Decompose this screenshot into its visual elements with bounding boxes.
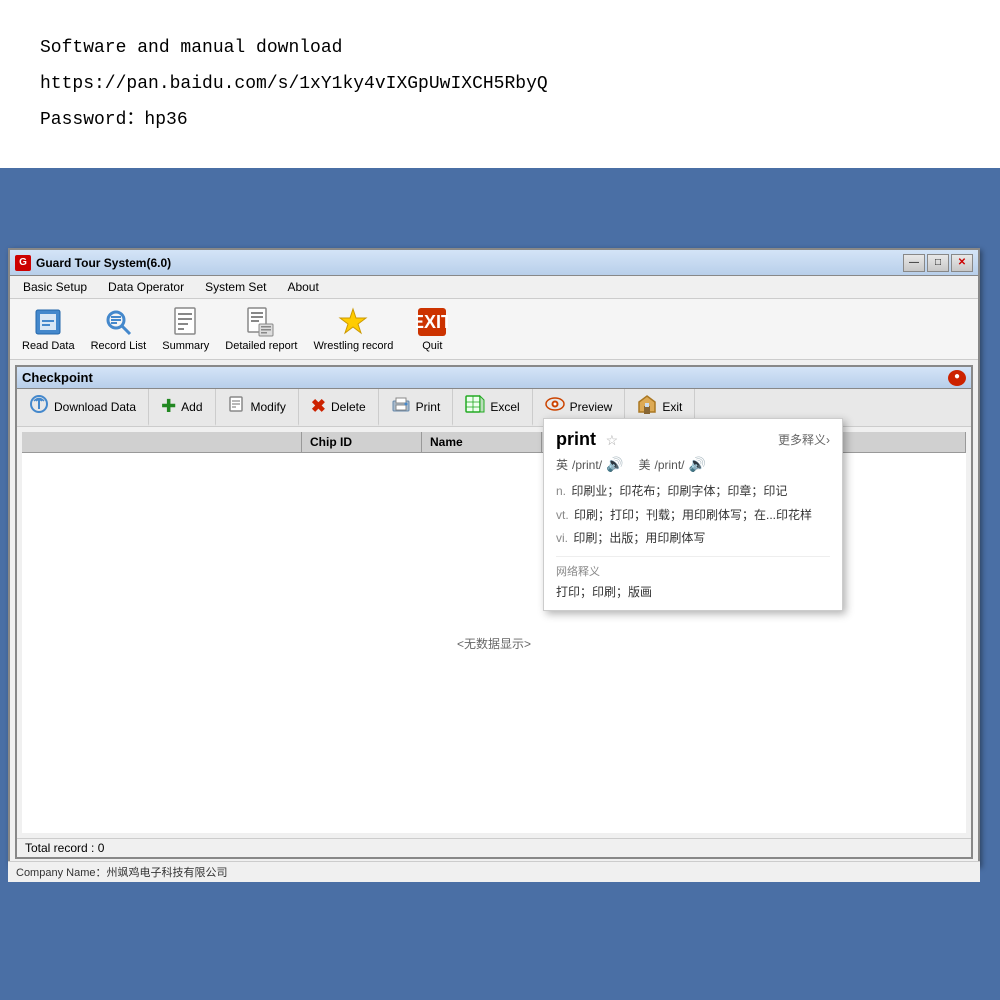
detailed-report-button[interactable]: Detailed report bbox=[218, 302, 304, 356]
checkpoint-close-button[interactable]: ● bbox=[948, 370, 966, 386]
def-vi: vi. 印刷；出版；用印刷体写 bbox=[556, 528, 830, 550]
speaker-us-icon[interactable]: 🔊 bbox=[689, 456, 706, 473]
add-icon: ✚ bbox=[161, 396, 176, 417]
footer-bar: Company Name：州飒鸡电子科技有限公司 bbox=[8, 861, 980, 882]
def-vt: vt. 印刷；打印；刊载；用印刷体写；在...印花样 bbox=[556, 505, 830, 527]
menu-system-set[interactable]: System Set bbox=[197, 278, 274, 296]
tooltip-network-label: 网络释义 bbox=[556, 563, 830, 579]
summary-label: Summary bbox=[162, 340, 209, 352]
pos-noun: n. bbox=[556, 484, 566, 498]
total-record-text: Total record : 0 bbox=[25, 841, 104, 855]
modify-icon bbox=[228, 395, 246, 418]
read-data-icon bbox=[32, 306, 64, 338]
tooltip-divider bbox=[556, 556, 830, 557]
detailed-report-icon bbox=[245, 306, 277, 338]
def-noun-text: 印刷业；印花布；印刷字体；印章；印记 bbox=[571, 484, 787, 498]
delete-label: Delete bbox=[331, 400, 366, 414]
read-data-button[interactable]: Read Data bbox=[15, 302, 82, 356]
delete-icon: ✖ bbox=[311, 396, 326, 417]
def-vt-text: 印刷；打印；刊载；用印刷体写；在...印花样 bbox=[574, 508, 812, 522]
toolbar: Read Data Record List bbox=[10, 299, 978, 360]
title-controls: — □ ✕ bbox=[903, 254, 973, 272]
pos-vi: vi. bbox=[556, 531, 568, 545]
menu-data-operator[interactable]: Data Operator bbox=[100, 278, 192, 296]
preview-label: Preview bbox=[570, 400, 613, 414]
tooltip-word-area: print ☆ bbox=[556, 429, 618, 450]
tooltip-network-def: 打印；印刷；版画 bbox=[556, 583, 830, 600]
tooltip-definitions: n. 印刷业；印花布；印刷字体；印章；印记 vt. 印刷；打印；刊载；用印刷体写… bbox=[556, 481, 830, 550]
tooltip-star[interactable]: ☆ bbox=[606, 432, 619, 448]
excel-icon bbox=[465, 394, 485, 419]
phonetic-en: 英 /print/ 🔊 bbox=[556, 456, 623, 473]
quit-icon: EXIT bbox=[416, 306, 448, 338]
download-data-icon bbox=[29, 394, 49, 419]
phonetic-us: 美 /print/ 🔊 bbox=[638, 456, 705, 473]
pos-vt: vt. bbox=[556, 508, 569, 522]
col-header-chip-id: Chip ID bbox=[302, 432, 422, 452]
app-icon: G bbox=[15, 255, 31, 271]
wrestling-record-label: Wrestling record bbox=[313, 340, 393, 352]
def-noun: n. 印刷业；印花布；印刷字体；印章；印记 bbox=[556, 481, 830, 503]
delete-button[interactable]: ✖ Delete bbox=[299, 389, 379, 426]
svg-text:EXIT: EXIT bbox=[416, 312, 448, 332]
window-title: Guard Tour System(6.0) bbox=[36, 256, 171, 270]
empty-message: <无数据显示> bbox=[457, 635, 531, 652]
minimize-button[interactable]: — bbox=[903, 254, 925, 272]
summary-icon bbox=[170, 306, 202, 338]
checkpoint-title: Checkpoint bbox=[22, 370, 93, 385]
col-header-name: Name bbox=[422, 432, 542, 452]
tooltip-phonetics: 英 /print/ 🔊 美 /print/ 🔊 bbox=[556, 456, 830, 473]
tooltip-header: print ☆ 更多释义› bbox=[556, 429, 830, 450]
inner-status-bar: Total record : 0 bbox=[17, 838, 971, 857]
excel-label: Excel bbox=[490, 400, 519, 414]
close-button[interactable]: ✕ bbox=[951, 254, 973, 272]
phonetic-us-ipa: /print/ bbox=[654, 458, 684, 472]
record-list-label: Record List bbox=[91, 340, 147, 352]
exit-label: Exit bbox=[662, 400, 682, 414]
tooltip-more-button[interactable]: 更多释义› bbox=[778, 431, 830, 448]
read-data-label: Read Data bbox=[22, 340, 75, 352]
summary-button[interactable]: Summary bbox=[155, 302, 216, 356]
tooltip-word: print bbox=[556, 429, 596, 449]
quit-button[interactable]: EXIT Quit bbox=[402, 302, 462, 356]
exit-icon bbox=[637, 394, 657, 419]
maximize-button[interactable]: □ bbox=[927, 254, 949, 272]
preview-icon bbox=[545, 397, 565, 416]
add-label: Add bbox=[181, 400, 202, 414]
menu-about[interactable]: About bbox=[279, 278, 326, 296]
def-vi-text: 印刷；出版；用印刷体写 bbox=[573, 531, 705, 545]
download-data-label: Download Data bbox=[54, 400, 136, 414]
col-header-empty bbox=[22, 432, 302, 452]
phonetic-en-label: 英 bbox=[556, 456, 568, 473]
print-label: Print bbox=[416, 400, 441, 414]
dictionary-popup: print ☆ 更多释义› 英 /print/ 🔊 美 /print/ 🔊 n.… bbox=[543, 418, 843, 611]
modify-label: Modify bbox=[251, 400, 286, 414]
company-name: Company Name：州飒鸡电子科技有限公司 bbox=[16, 867, 227, 879]
modify-button[interactable]: Modify bbox=[216, 389, 299, 426]
speaker-en-icon[interactable]: 🔊 bbox=[606, 456, 623, 473]
print-icon bbox=[391, 395, 411, 418]
phonetic-en-ipa: /print/ bbox=[572, 458, 602, 472]
checkpoint-title-bar: Checkpoint ● bbox=[17, 367, 971, 389]
detailed-report-label: Detailed report bbox=[225, 340, 297, 352]
password-line: Password：hp36 bbox=[40, 102, 960, 138]
add-button[interactable]: ✚ Add bbox=[149, 389, 215, 426]
quit-label: Quit bbox=[422, 340, 442, 352]
wrestling-record-button[interactable]: Wrestling record bbox=[306, 302, 400, 356]
record-list-icon bbox=[102, 306, 134, 338]
print-button[interactable]: Print bbox=[379, 389, 454, 426]
phonetic-us-label: 美 bbox=[638, 456, 650, 473]
wrestling-record-icon bbox=[337, 306, 369, 338]
download-data-button[interactable]: Download Data bbox=[17, 389, 149, 426]
record-list-button[interactable]: Record List bbox=[84, 302, 154, 356]
excel-button[interactable]: Excel bbox=[453, 389, 532, 426]
download-label: Software and manual download bbox=[40, 30, 960, 66]
title-bar-left: G Guard Tour System(6.0) bbox=[15, 255, 171, 271]
title-bar: G Guard Tour System(6.0) — □ ✕ bbox=[10, 250, 978, 276]
top-info-area: Software and manual download https://pan… bbox=[0, 0, 1000, 168]
menu-basic-setup[interactable]: Basic Setup bbox=[15, 278, 95, 296]
download-url: https://pan.baidu.com/s/1xY1ky4vIXGpUwIX… bbox=[40, 66, 960, 102]
menu-bar: Basic Setup Data Operator System Set Abo… bbox=[10, 276, 978, 299]
